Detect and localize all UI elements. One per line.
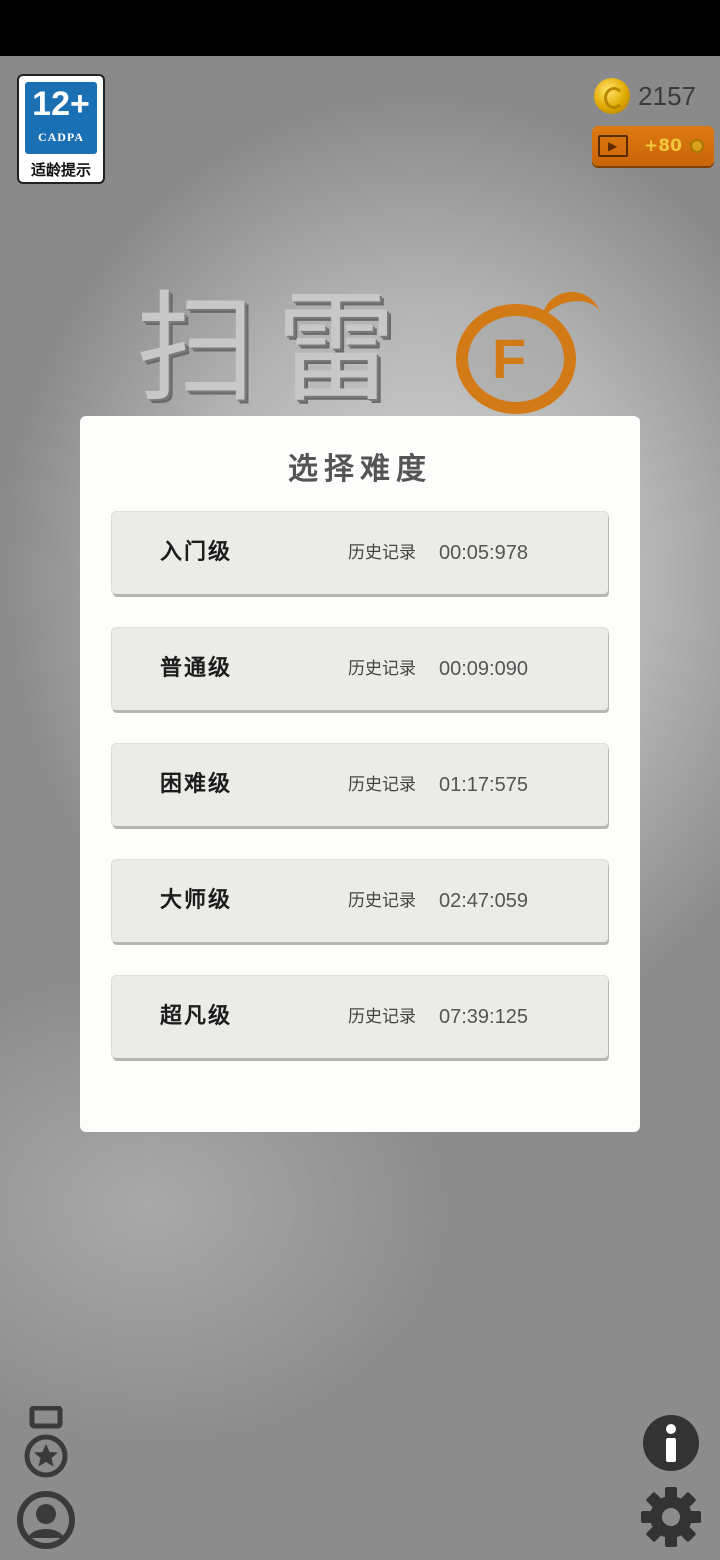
record-time: 02:47:059 [439,890,528,912]
record-label: 历史记录 [348,775,416,795]
record-time: 00:09:090 [439,658,528,680]
coin-icon [689,139,704,153]
level-name: 超凡级 [160,1004,233,1029]
medal-icon[interactable] [22,1405,70,1480]
age-rating-badge[interactable]: 12+ CADPA 适龄提示 [17,74,105,184]
record-label: 历史记录 [348,891,416,911]
age-rating: 12+ [32,85,90,123]
age-rating-panel: 12+ CADPA [25,82,97,154]
logo-letter: F [492,327,527,390]
dialog-title: 选择难度 [288,452,432,487]
level-button-extraordinary[interactable]: 超凡级 历史记录 07:39:125 [112,976,608,1058]
record-time: 01:17:575 [439,774,528,796]
gear-icon[interactable] [640,1486,702,1548]
ad-reward-amount: +80 [644,136,682,156]
profile-icon[interactable] [16,1490,76,1550]
level-name: 困难级 [160,772,233,797]
watch-ad-button[interactable]: +80 [592,126,714,166]
info-icon[interactable] [642,1414,700,1472]
level-name: 普通级 [160,656,233,681]
bomb-logo-icon: F [456,304,576,414]
record-time: 07:39:125 [439,1006,528,1028]
difficulty-dialog: 选择难度 入门级 历史记录 00:05:978 普通级 历史记录 00:09:0… [80,416,640,1132]
record-time: 00:05:978 [439,542,528,564]
level-button-hard[interactable]: 困难级 历史记录 01:17:575 [112,744,608,826]
age-caption: 适龄提示 [30,161,91,179]
level-name: 入门级 [160,540,233,565]
rating-org: CADPA [37,130,85,144]
coin-count: 2157 [638,80,696,111]
level-button-normal[interactable]: 普通级 历史记录 00:09:090 [112,628,608,710]
record-label: 历史记录 [348,659,416,679]
record-label: 历史记录 [348,543,416,563]
coin-icon [594,78,631,114]
coin-balance: 2157 [594,78,696,114]
status-bar [0,0,720,56]
game-title: 扫雷 [136,280,416,419]
level-button-beginner[interactable]: 入门级 历史记录 00:05:978 [112,512,608,594]
film-icon [598,135,628,157]
record-label: 历史记录 [348,1007,416,1027]
level-name: 大师级 [160,888,233,913]
level-button-master[interactable]: 大师级 历史记录 02:47:059 [112,860,608,942]
